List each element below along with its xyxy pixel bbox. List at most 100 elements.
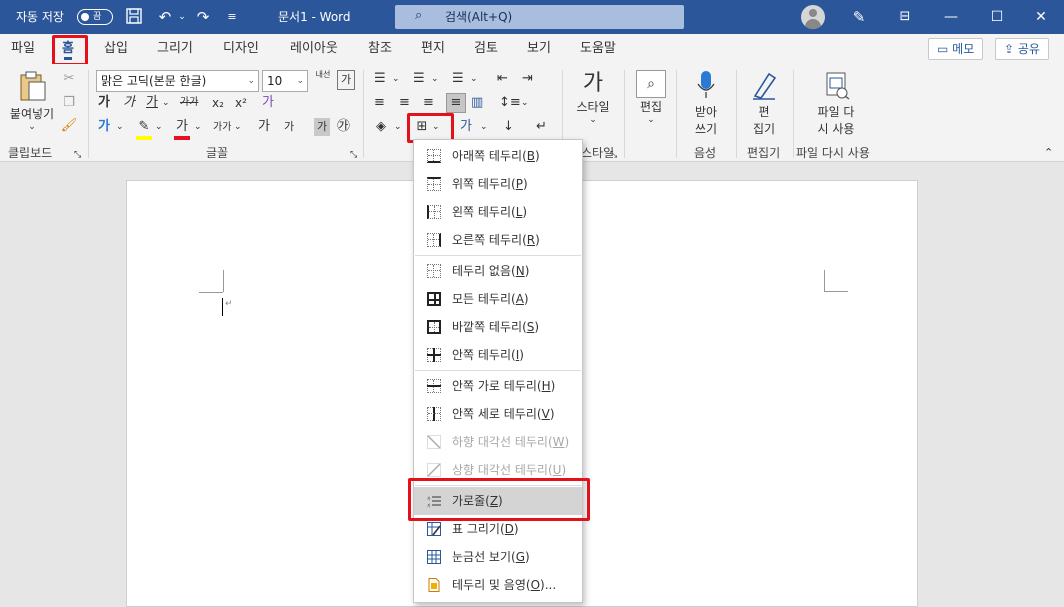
voice-group-label: 음성 (694, 146, 717, 160)
chevron-down-icon[interactable]: ⌄ (194, 118, 202, 136)
minimize-icon[interactable]: — (928, 0, 974, 34)
enclosed-character-button[interactable]: ㉮ (337, 118, 350, 136)
tab-design[interactable]: 디자인 (223, 34, 259, 64)
chevron-down-icon[interactable]: ⌄ (116, 118, 124, 136)
styles-button[interactable]: 가 스타일 ⌄ (571, 70, 615, 125)
save-icon[interactable] (124, 7, 144, 27)
text-effects-button[interactable]: 가 (98, 118, 110, 136)
distributed-icon[interactable]: ▥ (471, 94, 483, 112)
tab-view[interactable]: 보기 (527, 34, 551, 64)
tab-mailings[interactable]: 편지 (421, 34, 445, 64)
shrink-font-button[interactable]: 가 (284, 118, 294, 136)
chevron-down-icon[interactable]: ⌄ (521, 94, 529, 112)
menu-item-top-border[interactable]: 위쪽 테두리(P) (414, 170, 582, 198)
ribbon-display-icon[interactable]: ⊟ (895, 7, 915, 27)
sort-icon[interactable]: ↓ (503, 118, 514, 136)
text-effects-icon[interactable]: 가 (262, 94, 274, 112)
tab-insert[interactable]: 삽입 (104, 34, 128, 64)
strikethrough-button[interactable]: 가가 (180, 94, 198, 112)
clear-format-icon[interactable]: 가 (337, 70, 355, 90)
underline-dropdown-icon[interactable]: ⌄ (162, 94, 170, 112)
shading-icon[interactable]: ◈ (376, 118, 386, 136)
decrease-indent-icon[interactable]: ⇤ (497, 70, 508, 88)
subscript-button[interactable]: x₂ (212, 94, 224, 112)
grow-font-button[interactable]: 가 (258, 118, 270, 136)
asian-layout-icon[interactable]: 가 (460, 118, 472, 136)
tab-file[interactable]: 파일 (11, 34, 35, 64)
inside-horizontal-border-icon (427, 379, 441, 393)
character-shading-icon[interactable]: 가 (314, 118, 330, 136)
grow-font-icon[interactable]: 내선 (312, 70, 334, 80)
line-spacing-icon[interactable]: ↕≡ (499, 94, 521, 112)
search-box[interactable]: ⌕ 검색(Alt+Q) (395, 5, 684, 29)
menu-item-inside-vertical-border[interactable]: 안쪽 세로 테두리(V) (414, 400, 582, 428)
memo-button[interactable]: ▭ 메모 (928, 38, 984, 60)
underline-button[interactable]: 가 (146, 94, 158, 112)
chevron-down-icon[interactable]: ⌄ (431, 70, 439, 88)
menu-item-inside-horizontal-border[interactable]: 안쪽 가로 테두리(H) (414, 372, 582, 400)
menu-item-label: 테두리 없음(N) (452, 264, 530, 278)
font-color-icon[interactable]: 가 (174, 118, 190, 140)
undo-dropdown-icon[interactable]: ⌄ (172, 7, 192, 27)
cut-icon[interactable]: ✂ (60, 70, 78, 88)
menu-item-right-border[interactable]: 오른쪽 테두리(R) (414, 226, 582, 254)
margin-corner-left-vertical (223, 270, 224, 292)
dictate-button[interactable]: 받아 쓰기 (684, 70, 728, 137)
paste-button[interactable]: 붙여넣기 ⌄ (8, 70, 56, 132)
change-case-button[interactable]: 가가 (213, 119, 231, 137)
avatar[interactable] (801, 5, 825, 29)
editor-label-1: 편 (758, 105, 770, 119)
designer-pen-icon[interactable]: ✎ (849, 7, 869, 27)
chevron-down-icon[interactable]: ⌄ (470, 70, 478, 88)
close-icon[interactable]: ✕ (1018, 0, 1064, 34)
bold-button[interactable]: 가 (98, 94, 110, 112)
italic-button[interactable]: 가 (123, 94, 135, 112)
font-name-select[interactable]: 맑은 고딕(본문 한글) ⌄ (96, 70, 259, 92)
menu-item-view-gridlines[interactable]: 눈금선 보기(G) (414, 543, 582, 571)
menu-item-borders-and-shading[interactable]: 테두리 및 음영(O)... (414, 571, 582, 599)
font-size-select[interactable]: 10 ⌄ (262, 70, 308, 92)
editor-button[interactable]: 편 집기 (742, 70, 786, 137)
tab-references[interactable]: 참조 (368, 34, 392, 64)
menu-item-no-border[interactable]: 테두리 없음(N) (414, 257, 582, 285)
no-border-icon (427, 264, 441, 278)
chevron-down-icon[interactable]: ⌄ (394, 118, 402, 136)
menu-item-inside-borders[interactable]: 안쪽 테두리(I) (414, 341, 582, 369)
menu-item-left-border[interactable]: 왼쪽 테두리(L) (414, 198, 582, 226)
justify-icon[interactable]: ≡ (446, 93, 466, 113)
tab-review[interactable]: 검토 (474, 34, 498, 64)
menu-item-bottom-border[interactable]: 아래쪽 테두리(B) (414, 142, 582, 170)
chevron-down-icon[interactable]: ⌄ (480, 118, 488, 136)
menu-item-outside-borders[interactable]: 바깥쪽 테두리(S) (414, 313, 582, 341)
multilevel-list-icon[interactable]: ☰ (452, 70, 464, 88)
show-marks-icon[interactable]: ↵ (536, 118, 547, 136)
chevron-down-icon[interactable]: ⌄ (234, 118, 242, 136)
chevron-down-icon[interactable]: ⌄ (155, 118, 163, 136)
collapse-ribbon-icon[interactable]: ⌃ (1044, 144, 1053, 162)
chevron-down-icon[interactable]: ⌄ (392, 70, 400, 88)
format-painter-icon[interactable]: 🖌 (60, 117, 78, 135)
share-button[interactable]: ⇪ 공유 (995, 38, 1049, 60)
tab-layout[interactable]: 레이아웃 (290, 34, 338, 64)
autosave-toggle[interactable]: 끔 (77, 9, 113, 25)
maximize-icon[interactable]: ☐ (974, 0, 1020, 34)
menu-item-label: 하향 대각선 테두리(W) (452, 435, 570, 449)
align-center-icon[interactable]: ≡ (399, 94, 410, 112)
increase-indent-icon[interactable]: ⇥ (522, 70, 533, 88)
reuse-files-button[interactable]: 파일 다 시 사용 (806, 70, 866, 137)
menu-item-label: 안쪽 세로 테두리(V) (452, 407, 555, 421)
align-right-icon[interactable]: ≡ (423, 94, 434, 112)
copy-icon[interactable]: ❐ (60, 94, 78, 112)
bullets-icon[interactable]: ☰ (374, 70, 386, 88)
styles-icon: 가 (582, 71, 604, 96)
tab-draw[interactable]: 그리기 (157, 34, 193, 64)
numbering-icon[interactable]: ☰ (413, 70, 425, 88)
redo-icon[interactable]: ↷ (193, 7, 213, 27)
editing-button[interactable]: ⌕ 편집 ⌄ (632, 70, 670, 125)
menu-item-all-borders[interactable]: 모든 테두리(A) (414, 285, 582, 313)
customize-toolbar-icon[interactable]: ≡ (222, 7, 242, 27)
tab-help[interactable]: 도움말 (580, 34, 616, 64)
align-left-icon[interactable]: ≡ (374, 94, 385, 112)
superscript-button[interactable]: x² (235, 94, 247, 112)
highlight-color-icon[interactable]: ✎ (134, 118, 154, 140)
